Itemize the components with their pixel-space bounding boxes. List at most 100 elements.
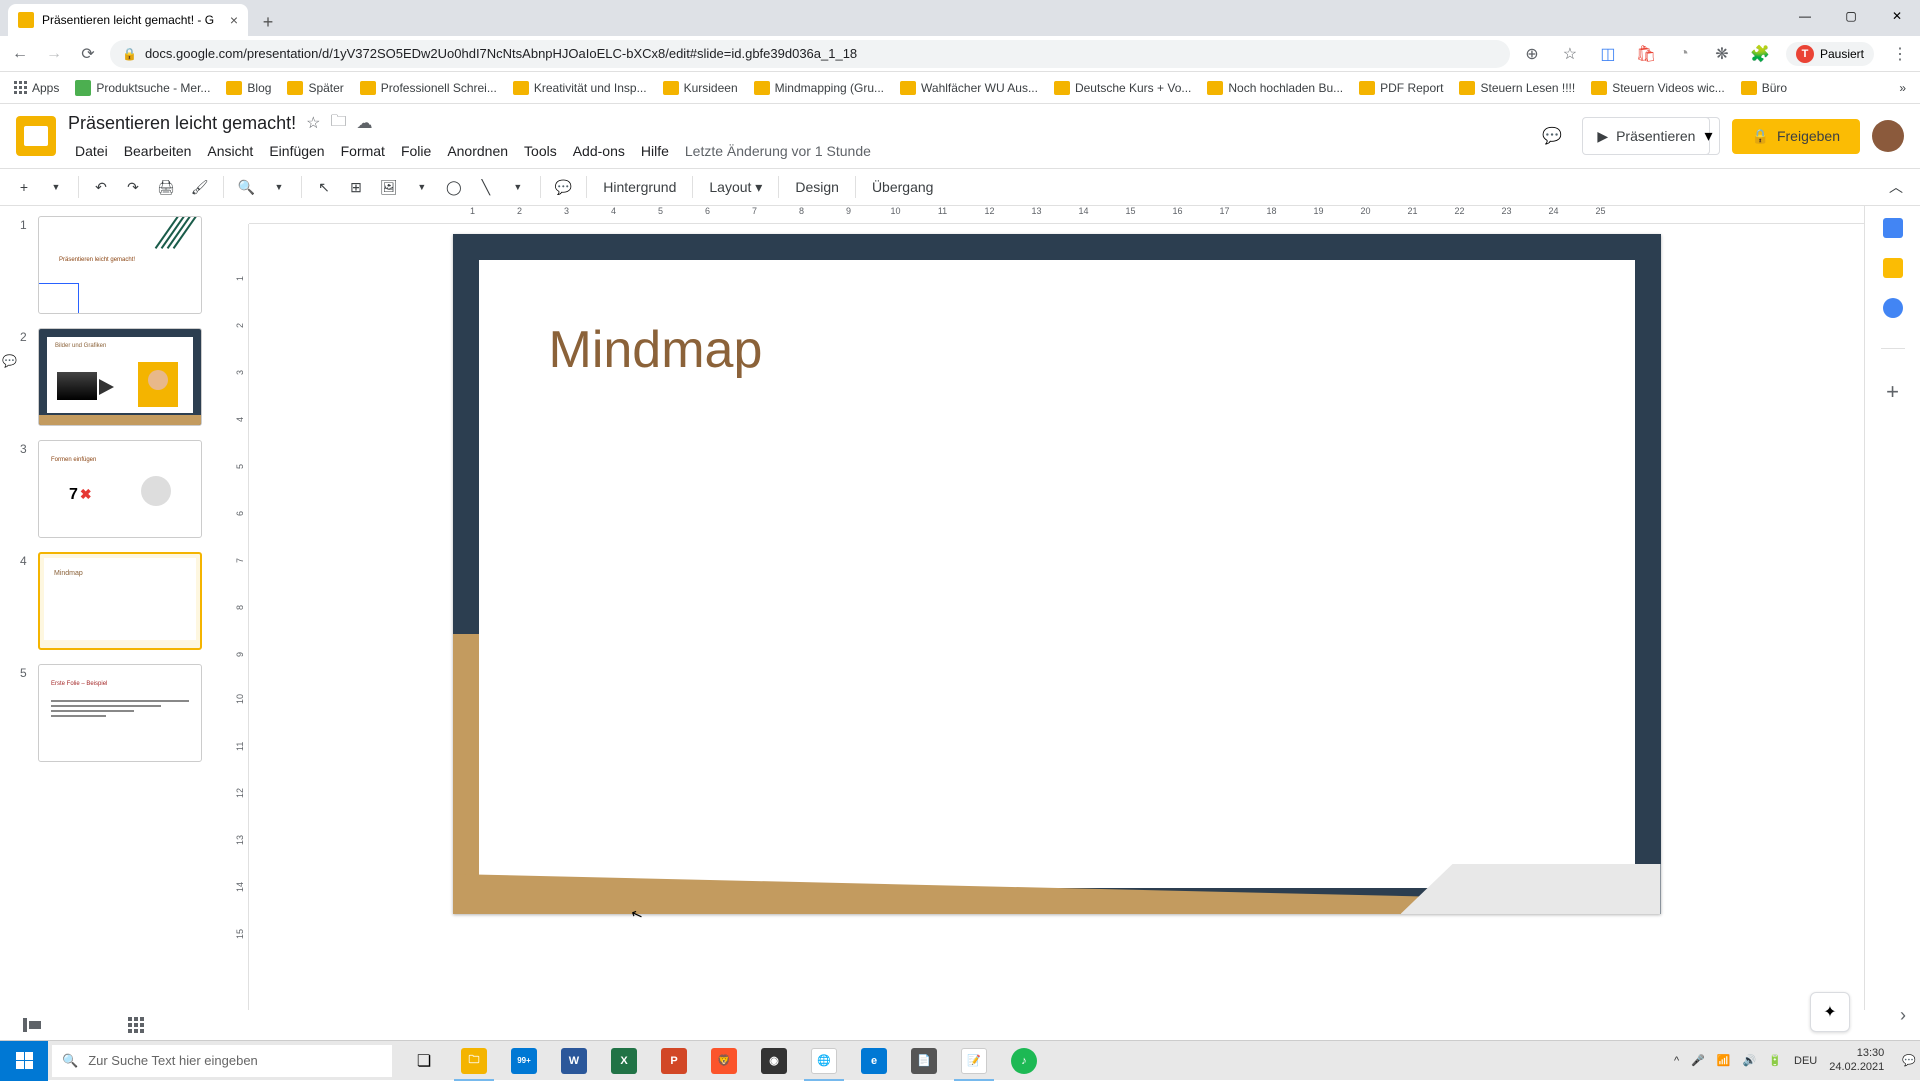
maximize-button[interactable]: ▢	[1828, 0, 1874, 32]
bookmark-item[interactable]: PDF Report	[1353, 77, 1449, 99]
edge-taskbar-icon[interactable]: e	[850, 1041, 898, 1081]
profile-pause-button[interactable]: T Pausiert	[1786, 42, 1874, 66]
menu-datei[interactable]: Datei	[68, 139, 115, 163]
bookmark-item[interactable]: Professionell Schrei...	[354, 77, 503, 99]
bookmark-item[interactable]: Produktsuche - Mer...	[69, 76, 216, 100]
select-tool[interactable]: ↖	[310, 174, 338, 201]
slide-title-text[interactable]: Mindmap	[549, 320, 763, 380]
slide-thumbnail-4-selected[interactable]: Mindmap	[38, 552, 202, 650]
calendar-icon[interactable]	[1883, 218, 1903, 238]
spotify-taskbar-icon[interactable]: ♪	[1000, 1041, 1048, 1081]
side-panel-toggle[interactable]: ›	[1900, 1005, 1906, 1026]
reload-button[interactable]: ⟳	[76, 42, 100, 66]
extension-icon-2[interactable]: 🛍	[1634, 42, 1658, 66]
bookmark-item[interactable]: Mindmapping (Gru...	[748, 77, 890, 99]
filmstrip[interactable]: 1 Präsentieren leicht gemacht! 2 💬 Bilde…	[0, 206, 231, 1040]
start-button[interactable]	[0, 1041, 48, 1081]
move-icon[interactable]: 🗀	[330, 110, 346, 137]
line-tool[interactable]: ╲	[472, 174, 500, 201]
redo-button[interactable]: ↷	[119, 174, 147, 201]
bookmark-item[interactable]: Kursideen	[657, 77, 744, 99]
notepad-taskbar-icon[interactable]: 📝	[950, 1041, 998, 1081]
battery-icon[interactable]: 🔋	[1768, 1054, 1782, 1067]
keep-icon[interactable]	[1883, 258, 1903, 278]
shape-tool[interactable]: ◯	[440, 174, 468, 201]
present-button[interactable]: ▶ Präsentieren	[1582, 117, 1710, 155]
comment-indicator-icon[interactable]: 💬	[2, 354, 17, 368]
menu-format[interactable]: Format	[334, 139, 392, 163]
word-taskbar-icon[interactable]: W	[550, 1041, 598, 1081]
menu-ansicht[interactable]: Ansicht	[200, 139, 260, 163]
wifi-icon[interactable]: 📶	[1717, 1054, 1731, 1067]
bookmark-item[interactable]: Blog	[220, 77, 277, 99]
extension-icon-1[interactable]: ◫	[1596, 42, 1620, 66]
slide-thumbnail-1[interactable]: Präsentieren leicht gemacht!	[38, 216, 202, 314]
close-window-button[interactable]: ✕	[1874, 0, 1920, 32]
taskbar-clock[interactable]: 13:30 24.02.2021	[1829, 1047, 1890, 1073]
bookmark-item[interactable]: Später	[281, 77, 349, 99]
notifications-icon[interactable]: 💬	[1902, 1054, 1916, 1067]
bookmark-item[interactable]: Deutsche Kurs + Vo...	[1048, 77, 1197, 99]
current-slide[interactable]: Mindmap	[453, 234, 1661, 914]
volume-icon[interactable]: 🔊	[1743, 1054, 1757, 1067]
extension-icon-3[interactable]: ◔	[1672, 42, 1696, 66]
back-button[interactable]: ←	[8, 42, 32, 66]
tray-expand-icon[interactable]: ^	[1674, 1055, 1679, 1067]
account-avatar[interactable]	[1872, 120, 1904, 152]
explore-button[interactable]: ✦	[1810, 992, 1850, 1032]
cloud-saved-icon[interactable]: ☁	[356, 113, 372, 133]
design-button[interactable]: Design	[787, 174, 847, 200]
bookmark-item[interactable]: Kreativität und Insp...	[507, 77, 653, 99]
menu-hilfe[interactable]: Hilfe	[634, 139, 676, 163]
microphone-icon[interactable]: 🎤	[1691, 1054, 1705, 1067]
comment-tool[interactable]: 💬	[549, 174, 578, 201]
new-slide-dropdown[interactable]: ▼	[42, 177, 70, 197]
apps-button[interactable]: Apps	[8, 77, 65, 99]
minimize-button[interactable]: —	[1782, 0, 1828, 32]
windows-search-input[interactable]: 🔍 Zur Suche Text hier eingeben	[52, 1045, 392, 1077]
comments-button[interactable]: 💬	[1534, 118, 1570, 154]
menu-addons[interactable]: Add-ons	[566, 139, 632, 163]
zoom-icon[interactable]: ⊕	[1520, 42, 1544, 66]
excel-taskbar-icon[interactable]: X	[600, 1041, 648, 1081]
bookmark-item[interactable]: Noch hochladen Bu...	[1201, 77, 1349, 99]
image-tool[interactable]: 🖼	[374, 174, 404, 201]
extension-icon-4[interactable]: ❋	[1710, 42, 1734, 66]
background-button[interactable]: Hintergrund	[595, 174, 684, 200]
slides-logo[interactable]	[16, 116, 56, 156]
menu-folie[interactable]: Folie	[394, 139, 438, 163]
print-button[interactable]: 🖨	[151, 174, 181, 201]
slide-thumbnail-5[interactable]: Erste Folie – Beispiel	[38, 664, 202, 762]
bookmark-item[interactable]: Büro	[1735, 77, 1793, 99]
slide-thumbnail-3[interactable]: Formen einfügen 7✖	[38, 440, 202, 538]
menu-tools[interactable]: Tools	[517, 139, 564, 163]
bookmark-item[interactable]: Steuern Lesen !!!!	[1453, 77, 1581, 99]
powerpoint-taskbar-icon[interactable]: P	[650, 1041, 698, 1081]
share-button[interactable]: 🔒 Freigeben	[1732, 119, 1860, 154]
zoom-dropdown[interactable]: ▼	[265, 177, 293, 197]
chrome-menu-icon[interactable]: ⋮	[1888, 42, 1912, 66]
undo-button[interactable]: ↶	[87, 174, 115, 201]
obs-taskbar-icon[interactable]: ◉	[750, 1041, 798, 1081]
slide-thumbnail-2[interactable]: Bilder und Grafiken	[38, 328, 202, 426]
last-edit-label[interactable]: Letzte Änderung vor 1 Stunde	[678, 139, 878, 163]
tasks-icon[interactable]	[1883, 298, 1903, 318]
grid-view-button[interactable]	[124, 1013, 148, 1037]
menu-anordnen[interactable]: Anordnen	[440, 139, 515, 163]
menu-einfuegen[interactable]: Einfügen	[262, 139, 331, 163]
collapse-toolbar-button[interactable]: ︿	[1882, 172, 1910, 202]
present-dropdown[interactable]: ▾	[1698, 117, 1719, 155]
close-tab-icon[interactable]: ×	[230, 12, 238, 28]
zoom-button[interactable]: 🔍	[232, 174, 261, 201]
chrome-taskbar-icon[interactable]: 🌐	[800, 1041, 848, 1081]
layout-button[interactable]: Layout ▾	[701, 174, 770, 201]
bookmark-overflow[interactable]: »	[1893, 77, 1912, 99]
bookmark-item[interactable]: Steuern Videos wic...	[1585, 77, 1731, 99]
transition-button[interactable]: Übergang	[864, 174, 942, 200]
add-addon-button[interactable]: +	[1886, 379, 1899, 405]
horizontal-ruler[interactable]: 1234567891011121314151617181920212223242…	[249, 206, 1864, 224]
language-indicator[interactable]: DEU	[1794, 1055, 1817, 1067]
document-title[interactable]: Präsentieren leicht gemacht!	[68, 113, 296, 134]
new-tab-button[interactable]: +	[254, 8, 282, 36]
extensions-puzzle-icon[interactable]: 🧩	[1748, 42, 1772, 66]
